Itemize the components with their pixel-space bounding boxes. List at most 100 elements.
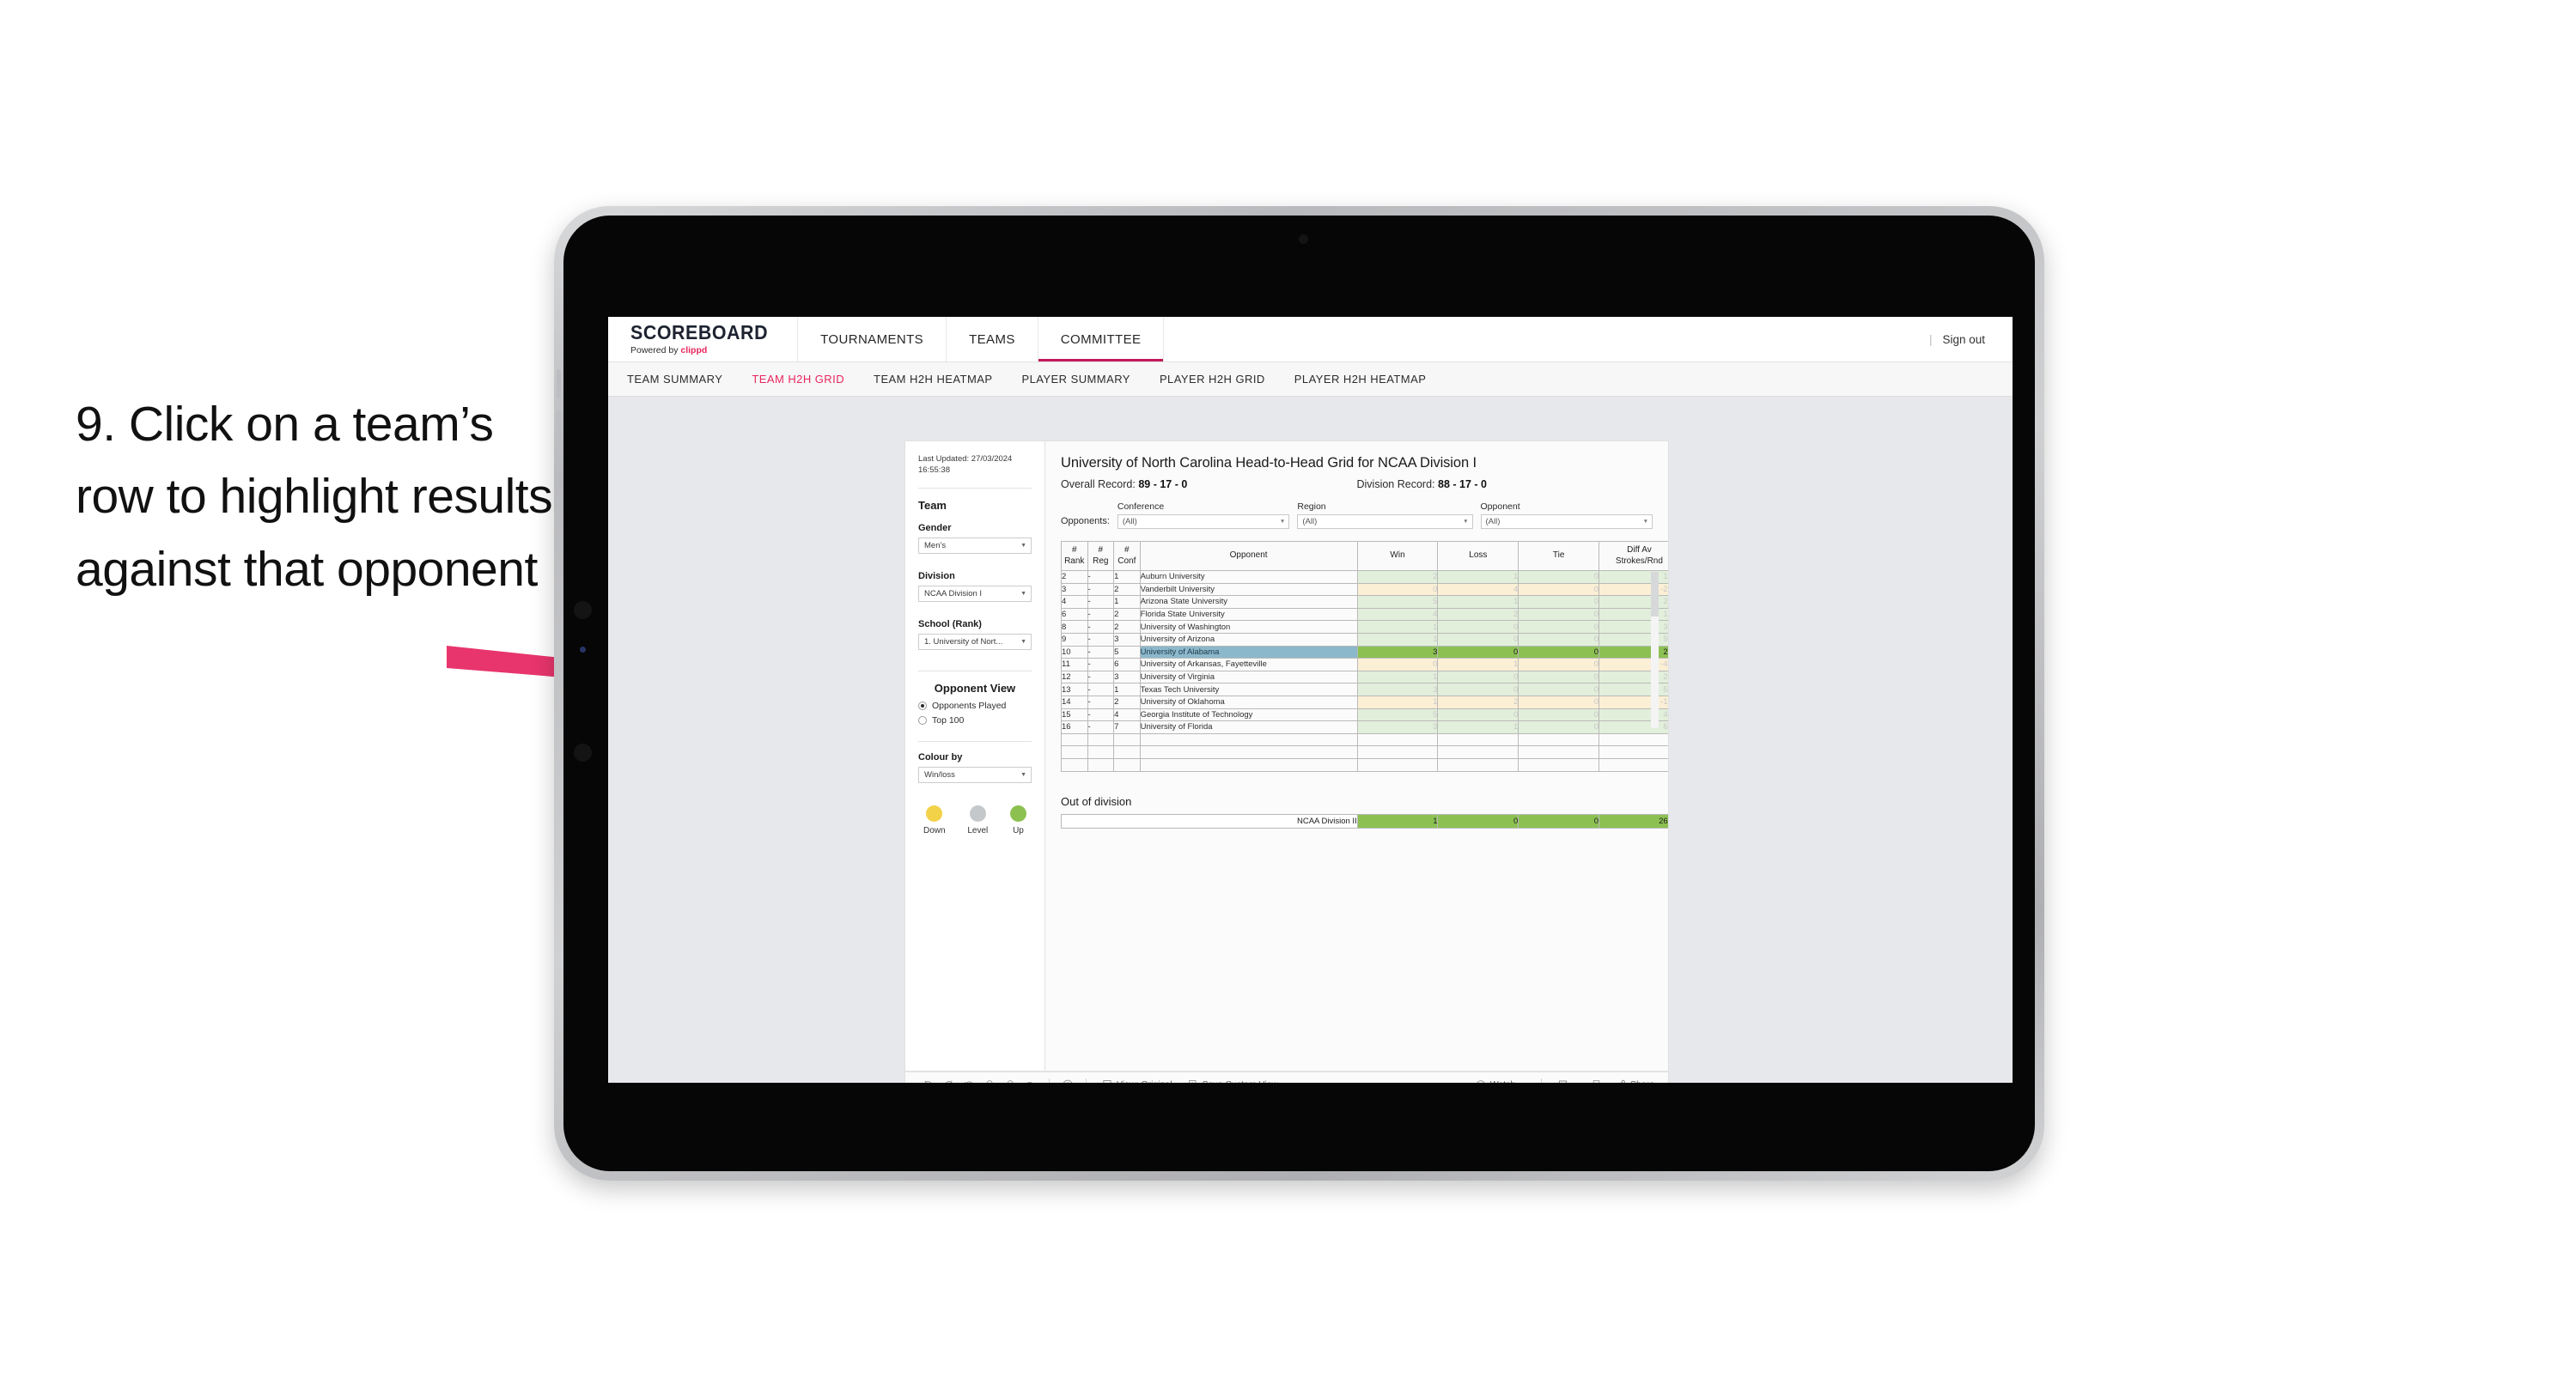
cell-loss: 1	[1437, 595, 1519, 609]
rotate-icon[interactable]	[1020, 1074, 1041, 1083]
topnav-committee[interactable]: COMMITTEE	[1038, 317, 1165, 361]
tab-player-h2h-heatmap[interactable]: PLAYER H2H HEATMAP	[1294, 373, 1427, 386]
region-label: Region	[1297, 501, 1326, 512]
legend-caption: Level	[967, 825, 989, 835]
cell-win: 3	[1356, 645, 1439, 659]
download-button[interactable]: ▼	[1550, 1079, 1586, 1083]
cell-opponent: University of Virginia	[1139, 670, 1358, 684]
col-line2: Reg	[1093, 556, 1109, 566]
filter-panel: Last Updated: 27/03/2024 16:55:38 Team G…	[905, 441, 1045, 1071]
view-original-button[interactable]: View: Original	[1094, 1079, 1180, 1083]
h2h-grid-table: # Rank # Reg # Conf Opponent Win Loss Tie D…	[1061, 541, 1668, 772]
table-row[interactable]: 2-1Auburn University2101.679	[1061, 570, 1668, 584]
topnav-teams[interactable]: TEAMS	[947, 317, 1038, 361]
school-rank-label: School (Rank)	[918, 618, 982, 629]
cell-opponent: University of Arizona	[1139, 632, 1358, 647]
cell-reg: -	[1087, 570, 1115, 584]
table-row[interactable]: 12-3University of Virginia1002.333	[1061, 670, 1668, 684]
radio-top-100[interactable]: Top 100	[918, 715, 1032, 726]
sign-out-link[interactable]: Sign out	[1942, 333, 1985, 346]
cell-reg: -	[1087, 683, 1115, 696]
legend-down: Down	[923, 805, 946, 835]
colour-by-select[interactable]: Win/loss ▼	[918, 766, 1032, 783]
radio-label: Top 100	[932, 714, 965, 726]
radio-opponents-played[interactable]: Opponents Played	[918, 701, 1032, 711]
tab-team-h2h-heatmap[interactable]: TEAM H2H HEATMAP	[874, 373, 992, 386]
cell-tie: 0	[1518, 607, 1600, 622]
refresh-icon[interactable]	[979, 1074, 1000, 1083]
table-row[interactable]: 11-6 University of Arkansas, Fayetteville…	[1061, 658, 1668, 671]
col-line1: Diff Av	[1627, 545, 1652, 556]
cell-empty	[1061, 732, 1088, 747]
tab-player-h2h-grid[interactable]: PLAYER H2H GRID	[1160, 373, 1265, 386]
radio-icon	[918, 701, 927, 710]
cell-empty	[1113, 757, 1141, 772]
cell-loss: 0	[1437, 645, 1519, 659]
cell-empty	[1139, 745, 1358, 759]
cell-opponent: Auburn University	[1139, 570, 1358, 584]
tablet-device: SCOREBOARD Powered by clippd TOURNAMENTS…	[554, 206, 2044, 1181]
brand-subtitle: Powered by clippd	[630, 345, 778, 355]
overall-record-value: 89 - 17 - 0	[1138, 478, 1188, 490]
table-row[interactable]: 9-3University of Arizona1009.002	[1061, 632, 1668, 647]
table-row[interactable]: 10-5University of Alabama3002.618	[1061, 645, 1668, 659]
ood-loss: 0	[1437, 813, 1519, 829]
tablet-screen: SCOREBOARD Powered by clippd TOURNAMENTS…	[563, 216, 2035, 1171]
table-row[interactable]: 14-2University of Oklahoma120-1.009	[1061, 695, 1668, 709]
gender-select[interactable]: Men’s ▼	[918, 537, 1032, 554]
col-win: Win	[1356, 541, 1439, 571]
table-row-empty	[1061, 745, 1668, 759]
overall-record-label: Overall Record:	[1061, 478, 1136, 490]
cell-opponent: Texas Tech University	[1139, 683, 1358, 696]
topnav-label: TOURNAMENTS	[820, 331, 924, 347]
dashboard-title: University of North Carolina Head-to-Hea…	[1061, 455, 1477, 471]
tablet-sensor-icon	[574, 601, 592, 619]
cell-tie: 0	[1518, 570, 1600, 584]
dashboard-card: Last Updated: 27/03/2024 16:55:38 Team G…	[904, 440, 1669, 1072]
grid-scrollbar-thumb[interactable]	[1651, 572, 1659, 617]
tab-team-h2h-grid[interactable]: TEAM H2H GRID	[752, 373, 844, 386]
cell-tie: 0	[1518, 595, 1600, 609]
cell-win: 1	[1356, 632, 1439, 647]
cell-reg: -	[1087, 658, 1115, 671]
tab-team-summary[interactable]: TEAM SUMMARY	[627, 373, 722, 386]
table-row[interactable]: 15-4Georgia Institute of Technology5004.…	[1061, 708, 1668, 722]
table-row[interactable]: 13-1Texas Tech University3005.569	[1061, 683, 1668, 696]
dashboard-area: Last Updated: 27/03/2024 16:55:38 Team G…	[608, 398, 2013, 1083]
conference-label: Conference	[1117, 501, 1165, 512]
school-rank-select[interactable]: 1. University of Nort... ▼	[918, 633, 1032, 650]
cell-empty	[1087, 757, 1115, 772]
undo-icon[interactable]	[917, 1074, 938, 1083]
conference-select[interactable]: (All) ▼	[1117, 514, 1290, 529]
chevron-down-icon: ▼	[1642, 519, 1648, 525]
cell-opponent: University of Oklahoma	[1139, 695, 1358, 709]
share-button[interactable]: Share	[1607, 1079, 1668, 1083]
division-select[interactable]: NCAA Division I ▼	[918, 585, 1032, 602]
col-loss: Loss	[1437, 541, 1519, 571]
redo-icon[interactable]	[938, 1074, 959, 1083]
table-row[interactable]: 3-2Vanderbilt University040-2.298	[1061, 582, 1668, 597]
tab-player-summary[interactable]: PLAYER SUMMARY	[1021, 373, 1130, 386]
watch-button[interactable]: Watch ▼	[1468, 1079, 1533, 1083]
ood-diff: 26.00	[1599, 813, 1668, 829]
cell-conf: 2	[1113, 607, 1141, 622]
out-of-division-row[interactable]: NCAA Division II 1 0 0 26.00 3	[1061, 813, 1668, 829]
table-row[interactable]: 6-2Florida State University4201.8312	[1061, 607, 1668, 622]
grid-scrollbar[interactable]	[1651, 572, 1659, 728]
opponent-select[interactable]: (All) ▼	[1480, 514, 1653, 529]
alerts-icon[interactable]	[1057, 1074, 1078, 1083]
school-rank-value: 1. University of Nort...	[924, 636, 1003, 647]
revert-icon[interactable]	[959, 1074, 979, 1083]
col-line1: #	[1098, 545, 1104, 556]
pause-icon[interactable]	[1000, 1074, 1020, 1083]
topnav-tournaments[interactable]: TOURNAMENTS	[798, 317, 947, 361]
table-row[interactable]: 8-2University of Washington1003.673	[1061, 620, 1668, 634]
region-select[interactable]: (All) ▼	[1297, 514, 1473, 529]
save-custom-view-button[interactable]: Save Custom View	[1180, 1079, 1287, 1083]
table-row[interactable]: 4-1Arizona State University5102.2817	[1061, 595, 1668, 609]
cell-win: 1	[1356, 670, 1439, 684]
chevron-down-icon: ▼	[1519, 1082, 1526, 1084]
table-row[interactable]: 16-7University of Florida3106.629	[1061, 720, 1668, 734]
cell-rank: 10	[1061, 645, 1088, 659]
fullscreen-icon[interactable]	[1586, 1074, 1607, 1083]
